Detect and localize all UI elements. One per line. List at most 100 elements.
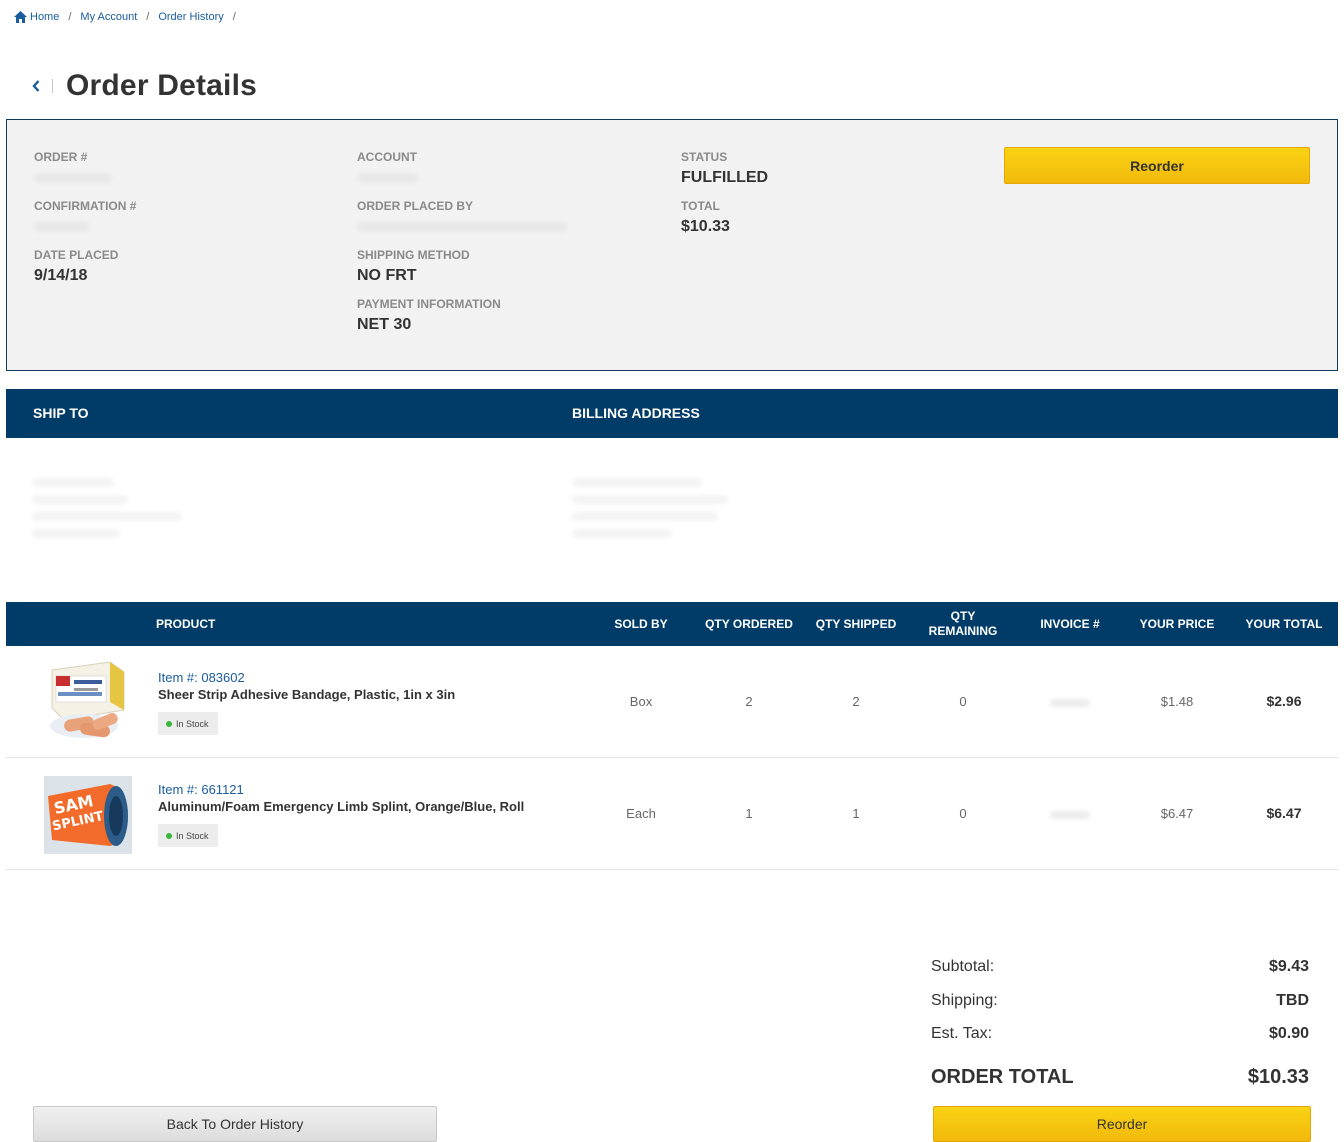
date-placed-field: DATE PLACED 9/14/18 [34, 248, 234, 285]
date-placed-value: 9/14/18 [34, 267, 88, 284]
title-divider [52, 79, 53, 93]
redacted-order-number [34, 173, 112, 183]
status-value: FULFILLED [681, 169, 769, 186]
back-chevron-icon[interactable] [32, 78, 44, 94]
redacted-address-line [32, 529, 120, 538]
shipping-method-value: NO FRT [357, 267, 417, 284]
column-header-qty-shipped: QTY SHIPPED [815, 616, 897, 631]
column-header-your-total: YOUR TOTAL [1245, 616, 1323, 631]
back-to-order-history-button[interactable]: Back To Order History [33, 1106, 437, 1142]
confirmation-number-field: CONFIRMATION # [34, 199, 234, 232]
shipping-value: TBD [1276, 992, 1309, 1009]
est-tax-label: Est. Tax: [931, 1025, 993, 1042]
payment-information-field: PAYMENT INFORMATION NET 30 [357, 297, 597, 334]
your-price-value: $1.48 [1160, 694, 1194, 709]
page-header: Order Details [32, 68, 257, 104]
redacted-address-line [572, 512, 718, 521]
stock-status-badge: In Stock [158, 712, 218, 735]
page-title: Order Details [66, 69, 258, 102]
sold-by-value: Box [629, 694, 653, 709]
redacted-address-line [32, 512, 182, 521]
order-placed-by-field: ORDER PLACED BY [357, 199, 597, 232]
breadcrumb-order-history-link[interactable]: Order History [158, 11, 223, 23]
confirmation-number-label: CONFIRMATION # [34, 199, 137, 213]
breadcrumb-my-account-link[interactable]: My Account [80, 11, 137, 23]
home-icon [14, 11, 27, 23]
column-header-sold-by: SOLD BY [614, 616, 668, 631]
redacted-address-line [572, 495, 728, 504]
sold-by-value: Each [626, 806, 656, 821]
breadcrumb: Home / My Account / Order History / [14, 9, 245, 25]
in-stock-dot-icon [166, 720, 172, 727]
redacted-address-line [32, 478, 114, 487]
order-total-label: ORDER TOTAL [931, 1066, 1074, 1088]
redacted-placed-by [357, 222, 567, 232]
redacted-invoice-number [1050, 699, 1090, 707]
subtotal-label: Subtotal: [931, 958, 995, 975]
account-label: ACCOUNT [357, 150, 417, 164]
column-header-invoice: INVOICE # [1040, 616, 1100, 631]
date-placed-label: DATE PLACED [34, 248, 119, 262]
breadcrumb-home-label: Home [30, 11, 60, 23]
total-value: $10.33 [681, 218, 730, 235]
status-field: STATUS FULFILLED [681, 150, 881, 187]
in-stock-dot-icon [166, 832, 172, 839]
column-header-qty-ordered: QTY ORDERED [705, 616, 793, 631]
ship-to-heading: SHIP TO [33, 405, 89, 421]
status-label: STATUS [681, 150, 728, 164]
product-name-link[interactable]: Sheer Strip Adhesive Bandage, Plastic, 1… [158, 687, 455, 702]
your-total-value: $2.96 [1266, 693, 1302, 709]
account-field: ACCOUNT [357, 150, 597, 183]
qty-remaining-value: 0 [959, 694, 967, 709]
breadcrumb-separator: / [232, 11, 236, 23]
reorder-button-top[interactable]: Reorder [1004, 147, 1310, 184]
qty-ordered-value: 1 [745, 806, 753, 821]
your-price-value: $6.47 [1160, 806, 1194, 821]
item-number-link[interactable]: Item #: 661121 [158, 782, 244, 797]
subtotal-value: $9.43 [1268, 958, 1309, 975]
total-label: TOTAL [681, 199, 720, 213]
stock-status-label: In Stock [176, 718, 209, 729]
shipping-method-label: SHIPPING METHOD [357, 248, 470, 262]
product-image-splint[interactable]: SAM SPLINT [44, 776, 132, 854]
product-image-bandage[interactable] [44, 658, 132, 738]
breadcrumb-separator: / [146, 11, 150, 23]
qty-shipped-value: 1 [852, 806, 860, 821]
item-number-link[interactable]: Item #: 083602 [158, 670, 245, 685]
order-placed-by-label: ORDER PLACED BY [357, 199, 474, 213]
address-header: SHIP TO BILLING ADDRESS [6, 389, 1338, 438]
shipping-method-field: SHIPPING METHOD NO FRT [357, 248, 597, 285]
redacted-account [357, 173, 419, 183]
breadcrumb-home-link[interactable]: Home [14, 11, 59, 23]
reorder-button-bottom[interactable]: Reorder [933, 1106, 1311, 1142]
stock-status-badge: In Stock [158, 824, 218, 847]
breadcrumb-separator: / [68, 11, 72, 23]
redacted-confirmation-number [34, 222, 90, 232]
payment-information-value: NET 30 [357, 316, 412, 333]
column-header-qty-remaining: QTY REMAINING [913, 602, 1013, 646]
table-row: Item #: 083602 Sheer Strip Adhesive Band… [6, 646, 1338, 758]
order-summary-panel: ORDER # CONFIRMATION # DATE PLACED 9/14/… [6, 119, 1338, 371]
qty-shipped-value: 2 [852, 694, 860, 709]
qty-remaining-value: 0 [959, 806, 967, 821]
redacted-address-line [572, 478, 702, 487]
order-number-field: ORDER # [34, 150, 234, 183]
column-header-qty-remaining-line2: REMAINING [928, 624, 998, 638]
redacted-address-line [572, 529, 672, 538]
qty-ordered-value: 2 [745, 694, 753, 709]
redacted-invoice-number [1050, 811, 1090, 819]
order-total-value: $10.33 [1247, 1066, 1309, 1088]
table-row: SAM SPLINT Item #: 661121 Aluminum/Foam … [6, 758, 1338, 870]
column-header-your-price: YOUR PRICE [1139, 616, 1215, 631]
est-tax-value: $0.90 [1268, 1025, 1309, 1042]
column-header-qty-remaining-line1: QTY [950, 609, 976, 623]
column-header-product: PRODUCT [156, 616, 216, 631]
product-name-link[interactable]: Aluminum/Foam Emergency Limb Splint, Ora… [158, 799, 524, 814]
redacted-address-line [32, 495, 128, 504]
stock-status-label: In Stock [176, 830, 209, 841]
shipping-label: Shipping: [931, 992, 998, 1009]
order-number-label: ORDER # [34, 150, 88, 164]
payment-information-label: PAYMENT INFORMATION [357, 297, 501, 311]
your-total-value: $6.47 [1266, 805, 1302, 821]
total-field: TOTAL $10.33 [681, 199, 881, 236]
